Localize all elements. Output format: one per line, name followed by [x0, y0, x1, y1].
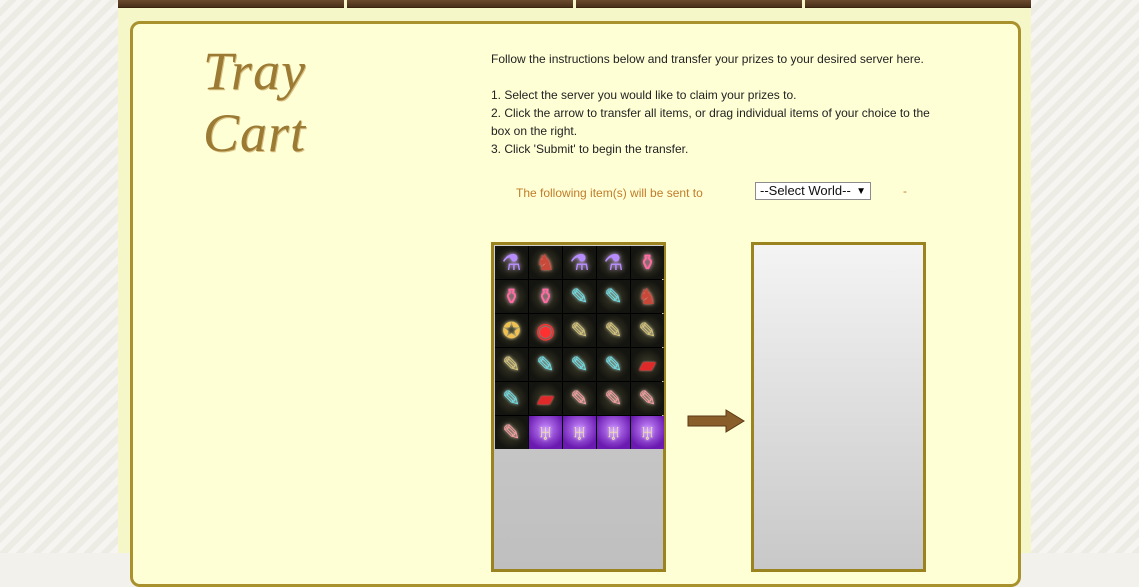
pink-potion-icon: ⚱ [536, 283, 555, 309]
inventory-item-pink-potion[interactable]: ⚱ [529, 280, 562, 313]
red-knight-icon: ♞ [637, 283, 658, 309]
chalice-icon: ♅ [537, 419, 554, 445]
inventory-item-gold-scroll[interactable]: ✎ [631, 314, 664, 347]
inventory-item-cyan-scroll[interactable]: ✎ [563, 280, 596, 313]
cyan-scroll-icon: ✎ [604, 351, 623, 377]
red-knight-icon: ♞ [535, 249, 556, 275]
instructions-step-2: 2. Click the arrow to transfer all items… [491, 106, 930, 120]
red-book-icon: ▰ [639, 351, 656, 377]
world-select[interactable]: --Select World-- ▼ [755, 182, 871, 200]
background-right [1031, 0, 1139, 553]
world-select-value: --Select World-- [760, 183, 851, 198]
inventory-item-chalice[interactable]: ♅ [631, 416, 664, 449]
inventory-item-cyan-scroll[interactable]: ✎ [597, 280, 630, 313]
inventory-box[interactable]: ⚗ ♞ ⚗ ⚗ ⚱ ⚱ ⚱ ✎ ✎ ♞ ✪ ◉ ✎ ✎ ✎ ✎ ✎ ✎ ✎ ▰ ✎ ▰ ✎ ✎ ✎ ✎ ♅ ♅ ♅ ♅ [491, 242, 666, 572]
cyan-scroll-icon: ✎ [502, 385, 521, 411]
gold-scroll-icon: ✎ [604, 317, 623, 343]
instructions-step-1: 1. Select the server you would like to c… [491, 88, 797, 102]
transfer-target-box[interactable] [751, 242, 926, 572]
inventory-item-pink-scroll[interactable]: ✎ [563, 382, 596, 415]
inventory-item-cyan-scroll[interactable]: ✎ [495, 382, 528, 415]
pink-scroll-icon: ✎ [502, 419, 521, 445]
purple-potion-icon: ⚗ [603, 249, 624, 275]
instructions-intro: Follow the instructions below and transf… [491, 52, 924, 66]
pink-potion-icon: ⚱ [502, 283, 521, 309]
red-orb-icon: ◉ [535, 317, 556, 343]
chalice-icon: ♅ [639, 419, 656, 445]
item-grid: ⚗ ♞ ⚗ ⚗ ⚱ ⚱ ⚱ ✎ ✎ ♞ ✪ ◉ ✎ ✎ ✎ ✎ ✎ ✎ ✎ ▰ ✎ ▰ ✎ ✎ ✎ ✎ ♅ ♅ ♅ ♅ [495, 246, 664, 449]
tray-cart-logo: Tray Cart [203, 41, 307, 163]
transfer-arrow-icon[interactable] [686, 409, 746, 433]
chevron-down-icon: ▼ [856, 186, 866, 197]
gold-scroll-icon: ✎ [570, 317, 589, 343]
nav-tab-4[interactable] [805, 0, 1031, 8]
chalice-icon: ♅ [571, 419, 588, 445]
cyan-scroll-icon: ✎ [570, 283, 589, 309]
gold-scroll-icon: ✎ [638, 317, 657, 343]
cyan-scroll-icon: ✎ [570, 351, 589, 377]
chalice-icon: ♅ [605, 419, 622, 445]
page-frame: Tray Cart Follow the instructions below … [118, 0, 1031, 587]
inventory-item-cyan-scroll[interactable]: ✎ [597, 348, 630, 381]
inventory-item-chalice[interactable]: ♅ [597, 416, 630, 449]
selected-world-placeholder: - [903, 184, 907, 198]
inventory-item-purple-potion[interactable]: ⚗ [597, 246, 630, 279]
inventory-item-purple-potion[interactable]: ⚗ [563, 246, 596, 279]
gold-scroll-icon: ✎ [502, 351, 521, 377]
inventory-item-pink-scroll[interactable]: ✎ [597, 382, 630, 415]
instructions-step-2-cont: box on the right. [491, 124, 578, 138]
cyan-scroll-icon: ✎ [536, 351, 555, 377]
inventory-item-gold-scroll[interactable]: ✎ [597, 314, 630, 347]
sent-to-label: The following item(s) will be sent to [516, 186, 703, 200]
inventory-item-purple-potion[interactable]: ⚗ [495, 246, 528, 279]
inventory-item-pink-scroll[interactable]: ✎ [631, 382, 664, 415]
inventory-item-cyan-scroll[interactable]: ✎ [563, 348, 596, 381]
top-navigation [118, 0, 1031, 8]
nav-tab-1[interactable] [118, 0, 344, 8]
inventory-item-gold-scroll[interactable]: ✎ [563, 314, 596, 347]
inventory-item-gold-scroll[interactable]: ✎ [495, 348, 528, 381]
inventory-item-chalice[interactable]: ♅ [529, 416, 562, 449]
red-book-icon: ▰ [537, 385, 554, 411]
purple-potion-icon: ⚗ [501, 249, 522, 275]
instructions-step-3: 3. Click 'Submit' to begin the transfer. [491, 142, 689, 156]
tray-cart-panel: Tray Cart Follow the instructions below … [130, 21, 1021, 587]
pink-scroll-icon: ✎ [570, 385, 589, 411]
inventory-item-pink-potion[interactable]: ⚱ [495, 280, 528, 313]
cyan-scroll-icon: ✎ [604, 283, 623, 309]
inventory-item-red-knight[interactable]: ♞ [529, 246, 562, 279]
pink-scroll-icon: ✎ [638, 385, 657, 411]
background-left [0, 0, 118, 553]
inventory-item-cyan-scroll[interactable]: ✎ [529, 348, 562, 381]
instructions: Follow the instructions below and transf… [491, 50, 946, 158]
pink-potion-icon: ⚱ [638, 249, 657, 275]
purple-potion-icon: ⚗ [569, 249, 590, 275]
inventory-item-red-book[interactable]: ▰ [631, 348, 664, 381]
pink-scroll-icon: ✎ [604, 385, 623, 411]
inventory-item-red-orb[interactable]: ◉ [529, 314, 562, 347]
inventory-item-red-knight[interactable]: ♞ [631, 280, 664, 313]
nav-tab-2[interactable] [347, 0, 573, 8]
inventory-item-pink-scroll[interactable]: ✎ [495, 416, 528, 449]
nav-tab-3[interactable] [576, 0, 802, 8]
inventory-item-pink-potion[interactable]: ⚱ [631, 246, 664, 279]
inventory-item-red-book[interactable]: ▰ [529, 382, 562, 415]
inventory-item-gold-coin[interactable]: ✪ [495, 314, 528, 347]
gold-coin-icon: ✪ [502, 317, 521, 343]
inventory-item-chalice[interactable]: ♅ [563, 416, 596, 449]
